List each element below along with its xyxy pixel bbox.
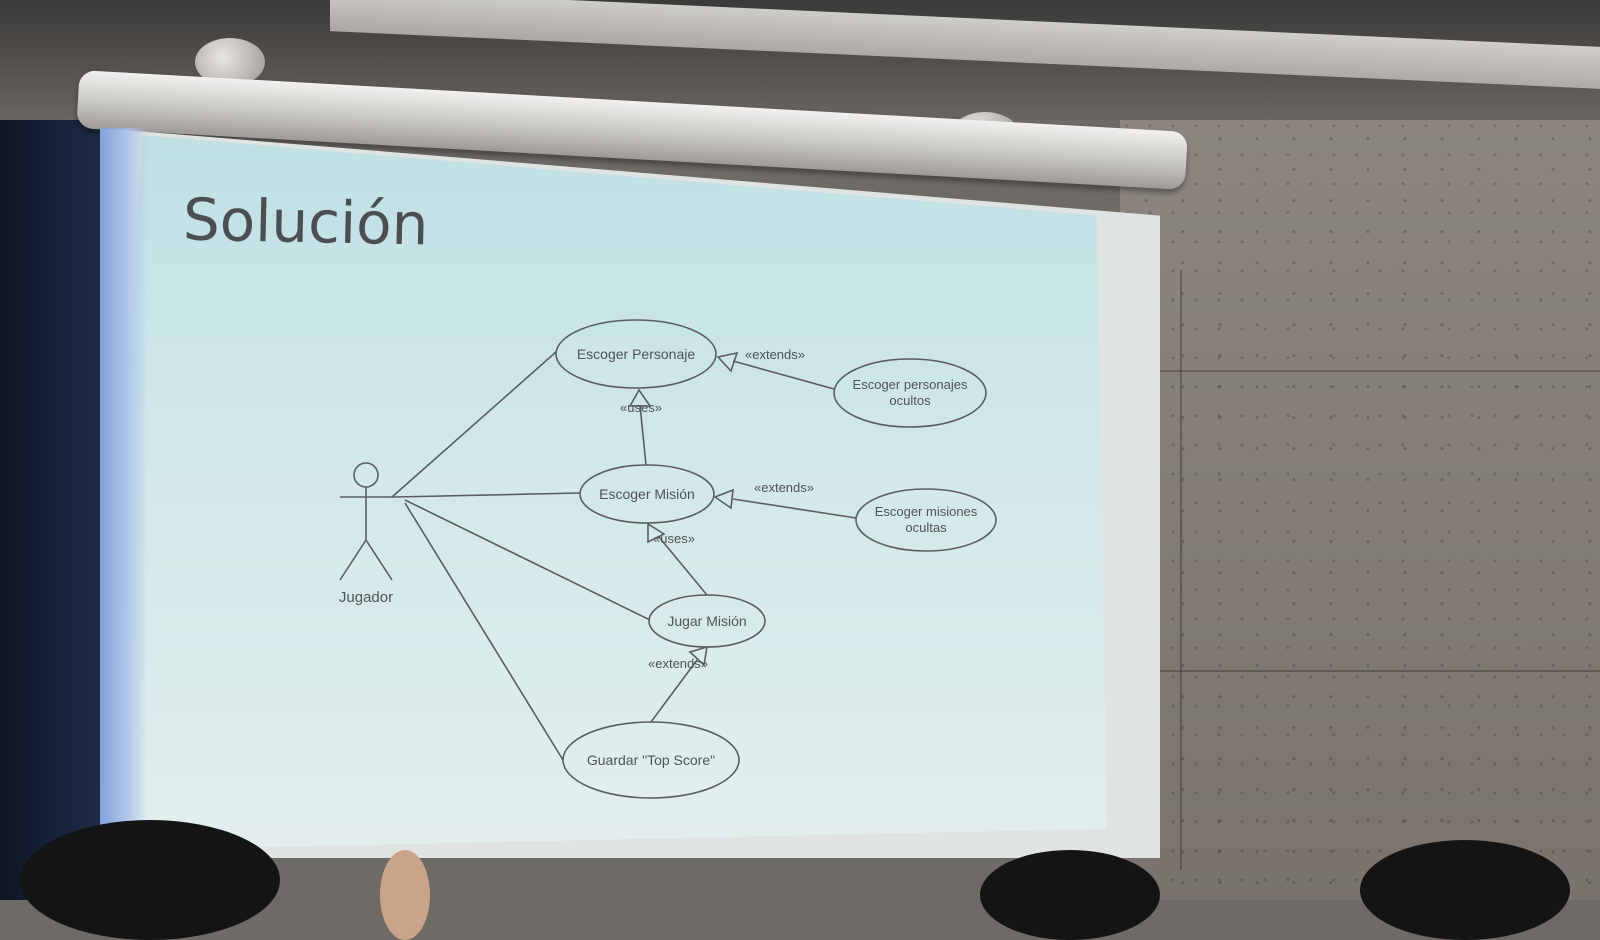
use-case-escoger-personajes-ocultos-line1: Escoger personajes [853,377,968,392]
association-line [391,351,557,498]
stereotype-uses-label: «uses» [653,531,695,546]
use-case-guardar-top-score: Guardar "Top Score" [587,752,715,768]
generalization-arrowhead [716,351,739,373]
use-case-diagram: Jugador Escoger Personaje Escoger person… [339,319,997,799]
audience-head [980,850,1160,940]
stereotype-extends-label: «extends» [648,656,708,671]
use-case-escoger-personaje: Escoger Personaje [577,346,696,362]
audience-head [20,820,280,940]
association-line [404,502,564,761]
stereotype-extends-label: «extends» [745,347,805,362]
stereotype-extends-label: «extends» [754,480,814,495]
actor-figure [339,462,395,581]
use-case-jugar-mision: Jugar Misión [667,613,746,629]
extends-line [732,360,835,390]
stereotype-uses-label: «uses» [620,400,662,415]
audience-head [1360,840,1570,940]
association-line [404,499,651,621]
actor-label: Jugador [339,589,393,606]
association-line [394,492,581,498]
generalization-arrowhead [713,488,734,510]
use-case-escoger-personajes-ocultos-line2: ocultos [889,393,931,408]
extends-line [732,498,857,519]
use-case-escoger-misiones-ocultas-line2: ocultas [905,520,947,535]
audience-hand [380,850,430,940]
use-case-escoger-mision: Escoger Misión [599,486,695,502]
use-case-escoger-misiones-ocultas-line1: Escoger misiones [875,504,978,519]
